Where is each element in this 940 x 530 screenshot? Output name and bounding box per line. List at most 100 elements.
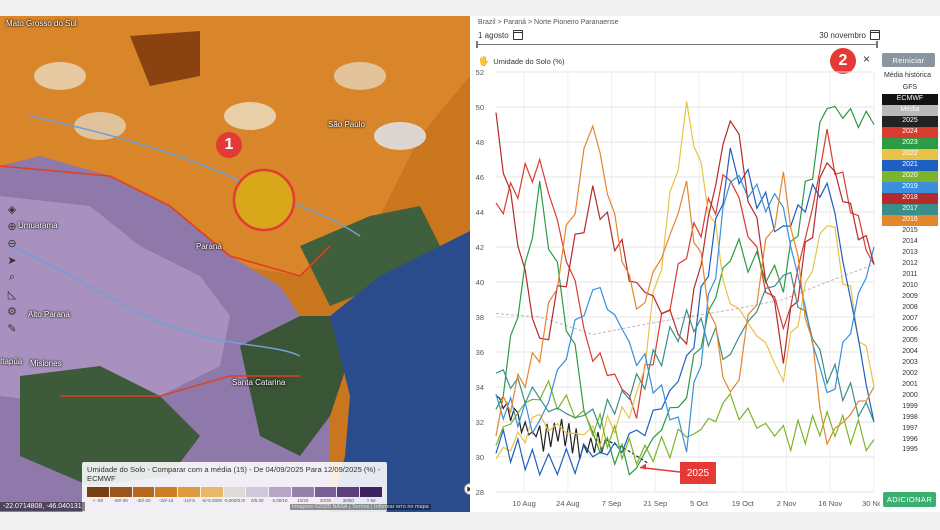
add-button[interactable]: ADICIONAR: [883, 492, 936, 507]
series-toggle-1999[interactable]: 1999: [882, 402, 938, 413]
series-toggle-2003[interactable]: 2003: [882, 358, 938, 369]
series-toggle-2023[interactable]: 2023: [882, 137, 938, 149]
y-tick-label: 38: [476, 313, 484, 322]
series-toggle-2006[interactable]: 2006: [882, 325, 938, 336]
place-label: Umuarama: [18, 221, 58, 230]
series-toggle-2009[interactable]: 2009: [882, 292, 938, 303]
series-toggle-1995[interactable]: 1995: [882, 445, 938, 456]
selected-region[interactable]: [232, 168, 296, 232]
series-toggle-2025[interactable]: 2025: [882, 115, 938, 127]
reset-button[interactable]: Reiniciar: [882, 53, 935, 67]
y-tick-label: 40: [476, 278, 484, 287]
legend-swatch: [155, 487, 178, 497]
place-label: Alto Paraná: [28, 310, 70, 319]
legend-swatch-label: -50/-30: [113, 498, 128, 503]
series-toggle-2002[interactable]: 2002: [882, 369, 938, 380]
y-tick-label: 30: [476, 453, 484, 462]
breadcrumb[interactable]: Brazil > Paraná > Norte Pioneiro Paranae…: [478, 19, 618, 26]
series-toggle-2016[interactable]: 2016: [882, 214, 938, 226]
legend-swatch: [178, 487, 200, 497]
series-toggle-2008[interactable]: 2008: [882, 303, 938, 314]
y-tick-label: 42: [476, 243, 484, 252]
date-from[interactable]: 1 agosto: [478, 30, 523, 40]
legend-swatch: [200, 487, 223, 497]
series-toggle-2001[interactable]: 2001: [882, 380, 938, 391]
series-toggle-2022[interactable]: 2022: [882, 148, 938, 160]
legend-swatch: [269, 487, 291, 497]
series-toggle-2004[interactable]: 2004: [882, 347, 938, 358]
series-toggle-2013[interactable]: 2013: [882, 248, 938, 259]
legend-swatch: [223, 487, 246, 497]
measure-icon[interactable]: ◺: [4, 287, 20, 302]
detail-panel: Brazil > Paraná > Norte Pioneiro Paranae…: [470, 16, 940, 512]
legend-labels: < -50 -50/-30 -30/-20 -20/-10 -10/-5 -5/-5.00…: [87, 498, 382, 503]
legend-swatch-label: < -50: [92, 498, 104, 503]
legend-swatch-label: 20/30: [319, 498, 332, 503]
place-label: Paraná: [196, 242, 222, 251]
draw-icon[interactable]: ✎: [4, 321, 20, 336]
x-tick-label: 21 Sep: [643, 499, 667, 508]
series-toggle-2020[interactable]: 2020: [882, 170, 938, 182]
slider-handle-start[interactable]: [476, 41, 478, 48]
callout-2025: 2025: [680, 462, 716, 484]
series-toggle-2005[interactable]: 2005: [882, 336, 938, 347]
settings-icon[interactable]: ⚙: [4, 304, 20, 319]
soil-moisture-chart: 28 30 32 34 36 38 40 42 44 46 48 50 52 10 Aug 24 Aug 7 …: [476, 68, 880, 508]
cursor-coordinates: -22.0714808, -46.040131: [0, 502, 85, 511]
layers-icon[interactable]: ◈: [4, 202, 20, 217]
legend-swatch: [132, 487, 155, 497]
series-toggle-2018[interactable]: 2018: [882, 192, 938, 204]
series-toggle-2000[interactable]: 2000: [882, 391, 938, 402]
series-toggle-ecmwf[interactable]: ECMWF: [882, 93, 938, 105]
historical-label: Média histórica: [884, 72, 932, 79]
y-tick-label: 50: [476, 103, 484, 112]
series-toggle-2019[interactable]: 2019: [882, 181, 938, 193]
legend-swatch-label: -5.000/0.00: [223, 498, 246, 503]
map-region-neutral: [224, 102, 276, 130]
legend-swatch-label: > 50: [366, 498, 376, 503]
y-tick-label: 52: [476, 68, 484, 77]
series-toggle-2011[interactable]: 2011: [882, 270, 938, 281]
calendar-icon[interactable]: [512, 30, 523, 40]
slider-handle-end[interactable]: [876, 41, 878, 48]
map-canvas[interactable]: [0, 16, 470, 512]
x-tick-label: 16 Nov: [818, 499, 842, 508]
x-tick-label: 30 Nov: [862, 499, 880, 508]
search-icon[interactable]: ⌕: [4, 270, 20, 285]
series-toggle-gfs[interactable]: GFS: [882, 83, 938, 94]
series-toggle-2012[interactable]: 2012: [882, 259, 938, 270]
legend-swatch: [291, 487, 314, 497]
close-icon[interactable]: ×: [863, 52, 870, 66]
map-view[interactable]: ◈ ⊕ ⊖ ➤ ⌕ ◺ ⚙ ✎ Mato Grosso do Sul São Paulo Pa…: [0, 16, 470, 512]
series-line-2018: [495, 112, 875, 364]
legend-swatch-label: -10/-5: [183, 498, 195, 503]
y-tick-label: 48: [476, 138, 484, 147]
series-toggle-2014[interactable]: 2014: [882, 237, 938, 248]
legend-title: Umidade do Solo - Comparar com a média (…: [87, 465, 381, 483]
legend-swatch-label: -5/-5.0000: [201, 498, 222, 503]
series-toggle-2010[interactable]: 2010: [882, 281, 938, 292]
series-line-2020: [495, 379, 875, 467]
place-label: Misiones: [30, 359, 62, 368]
legend-swatch: [337, 487, 360, 497]
series-toggle-2017[interactable]: 2017: [882, 203, 938, 215]
zoom-out-icon[interactable]: ⊖: [4, 236, 20, 251]
series-toggle-1998[interactable]: 1998: [882, 413, 938, 424]
series-toggle-2015[interactable]: 2015: [882, 226, 938, 237]
map-attribution[interactable]: Imagens ©2025 NASA | Termos | Informar e…: [290, 504, 431, 510]
map-region-neutral: [34, 62, 86, 90]
series-toggle-2021[interactable]: 2021: [882, 159, 938, 171]
series-toggle-1997[interactable]: 1997: [882, 424, 938, 435]
y-tick-label: 34: [476, 383, 484, 392]
date-to[interactable]: 30 novembro: [819, 30, 880, 40]
date-range-slider[interactable]: [478, 44, 878, 45]
series-toggle-média[interactable]: Média: [882, 104, 938, 116]
locate-icon[interactable]: ➤: [4, 253, 20, 268]
chart-title: Umidade do Solo (%): [493, 57, 565, 66]
series-line-2024: [495, 128, 875, 419]
series-toggle-2007[interactable]: 2007: [882, 314, 938, 325]
series-toggle-1996[interactable]: 1996: [882, 435, 938, 446]
series-toggle-2024[interactable]: 2024: [882, 126, 938, 138]
calendar-icon[interactable]: [870, 30, 880, 40]
callout-arrowhead: [640, 463, 646, 470]
